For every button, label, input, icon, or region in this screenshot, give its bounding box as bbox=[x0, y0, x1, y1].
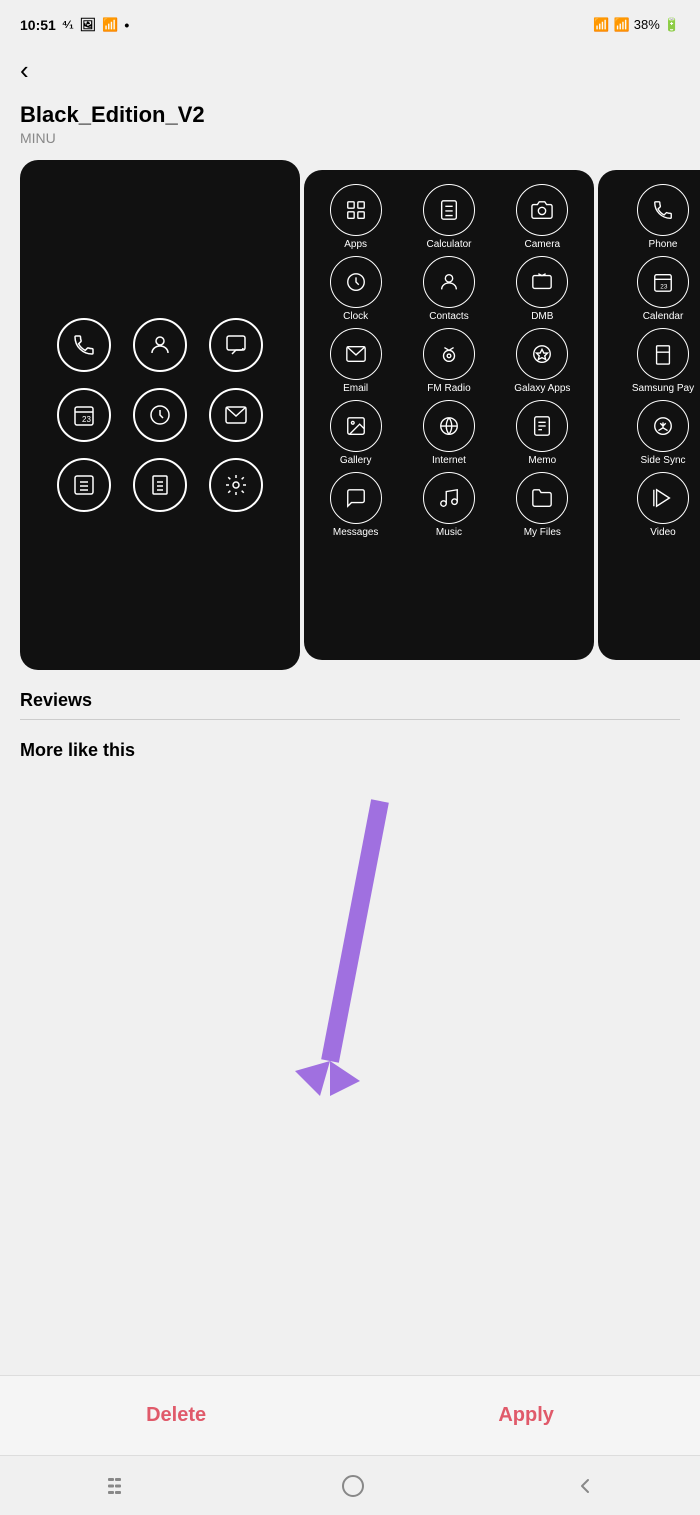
nav-menu-button[interactable] bbox=[104, 1476, 132, 1496]
icon-row-3 bbox=[57, 458, 263, 512]
apply-button[interactable]: Apply bbox=[458, 1394, 594, 1437]
delete-button[interactable]: Delete bbox=[106, 1394, 246, 1437]
nav-back-button[interactable] bbox=[574, 1475, 596, 1497]
svg-text:23: 23 bbox=[660, 283, 668, 290]
back-icon: ‹ bbox=[20, 55, 29, 85]
icon-row-2: 23 bbox=[57, 388, 263, 442]
grid-row-4: Gallery Internet bbox=[312, 400, 586, 466]
chat-icon-preview bbox=[209, 318, 263, 372]
nav-bar bbox=[0, 1455, 700, 1515]
contacts-grid-icon: Contacts bbox=[412, 256, 486, 322]
preview-card-main: 23 bbox=[20, 160, 300, 670]
grid-row-2: Clock Contacts DMB bbox=[312, 256, 586, 322]
clock-icon-preview bbox=[133, 388, 187, 442]
status-right: 📶 📶 38% 🔋 bbox=[593, 17, 680, 33]
status-bar: 10:51 ⁴⁄₁ 🖼 📶 • 📶 📶 38% 🔋 bbox=[0, 0, 700, 45]
calendar-icon-preview: 23 bbox=[57, 388, 111, 442]
settings-icon-preview bbox=[209, 458, 263, 512]
nav-home-button[interactable] bbox=[340, 1473, 366, 1499]
partial-phone: Phone bbox=[604, 184, 700, 250]
more-like-this-section: More like this bbox=[0, 720, 700, 761]
calc-icon-preview bbox=[57, 458, 111, 512]
time-display: 10:51 bbox=[20, 17, 56, 33]
arrow-area bbox=[0, 761, 700, 1111]
dot-indicator: • bbox=[124, 17, 129, 33]
preview-card-partial: Phone 23 Calendar Samsung Pay bbox=[598, 170, 700, 660]
battery-text: 38% bbox=[634, 17, 660, 32]
reviews-section: Reviews bbox=[0, 670, 700, 719]
partial-calendar: 23 Calendar bbox=[604, 256, 700, 322]
messages-grid-icon: Messages bbox=[319, 472, 393, 538]
email-grid-icon: Email bbox=[319, 328, 393, 394]
apps-grid-icon: Apps bbox=[319, 184, 393, 250]
signal-bars-icon: 📶 bbox=[614, 17, 630, 33]
grid-row-1: Apps Calculator bbox=[312, 184, 586, 250]
phone-icon-preview bbox=[57, 318, 111, 372]
gallery-grid-icon: Gallery bbox=[319, 400, 393, 466]
calculator-grid-icon: Calculator bbox=[412, 184, 486, 250]
reviews-heading: Reviews bbox=[20, 690, 680, 711]
image-icon: 🖼 bbox=[80, 17, 97, 33]
icon-row-1 bbox=[57, 318, 263, 372]
more-heading: More like this bbox=[20, 740, 680, 761]
wifi-icon: 📶 bbox=[593, 17, 609, 33]
svg-text:23: 23 bbox=[82, 415, 91, 424]
person-icon-preview bbox=[133, 318, 187, 372]
arrow-svg bbox=[240, 791, 460, 1111]
signal-icon: ⁴⁄₁ bbox=[62, 19, 74, 31]
memo-grid-icon: Memo bbox=[505, 400, 579, 466]
status-time: 10:51 ⁴⁄₁ 🖼 📶 • bbox=[20, 17, 129, 33]
back-button[interactable]: ‹ bbox=[0, 45, 49, 92]
grid-row-3: Email FM Radio bbox=[312, 328, 586, 394]
music-grid-icon: Music bbox=[412, 472, 486, 538]
dmb-grid-icon: DMB bbox=[505, 256, 579, 322]
internet-grid-icon: Internet bbox=[412, 400, 486, 466]
galaxyapps-grid-icon: Galaxy Apps bbox=[505, 328, 579, 394]
fmradio-grid-icon: FM Radio bbox=[412, 328, 486, 394]
theme-author: MINU bbox=[20, 130, 680, 146]
grid-row-5: Messages Music My Files bbox=[312, 472, 586, 538]
title-area: Black_Edition_V2 MINU bbox=[0, 92, 700, 160]
nfc-icon: 📶 bbox=[102, 17, 118, 33]
partial-side-sync: Side Sync bbox=[604, 400, 700, 466]
battery-icon: 🔋 bbox=[664, 17, 680, 33]
email-icon-preview bbox=[209, 388, 263, 442]
clock-grid-icon: Clock bbox=[319, 256, 393, 322]
partial-video: Video bbox=[604, 472, 700, 538]
preview-container: 23 bbox=[0, 160, 700, 670]
clipboard-icon-preview bbox=[133, 458, 187, 512]
camera-grid-icon: Camera bbox=[505, 184, 579, 250]
bottom-actions-bar: Delete Apply bbox=[0, 1375, 700, 1455]
theme-title: Black_Edition_V2 bbox=[20, 102, 680, 128]
myfiles-grid-icon: My Files bbox=[505, 472, 579, 538]
partial-samsung-pay: Samsung Pay bbox=[604, 328, 700, 394]
preview-card-grid: Apps Calculator bbox=[304, 170, 594, 660]
